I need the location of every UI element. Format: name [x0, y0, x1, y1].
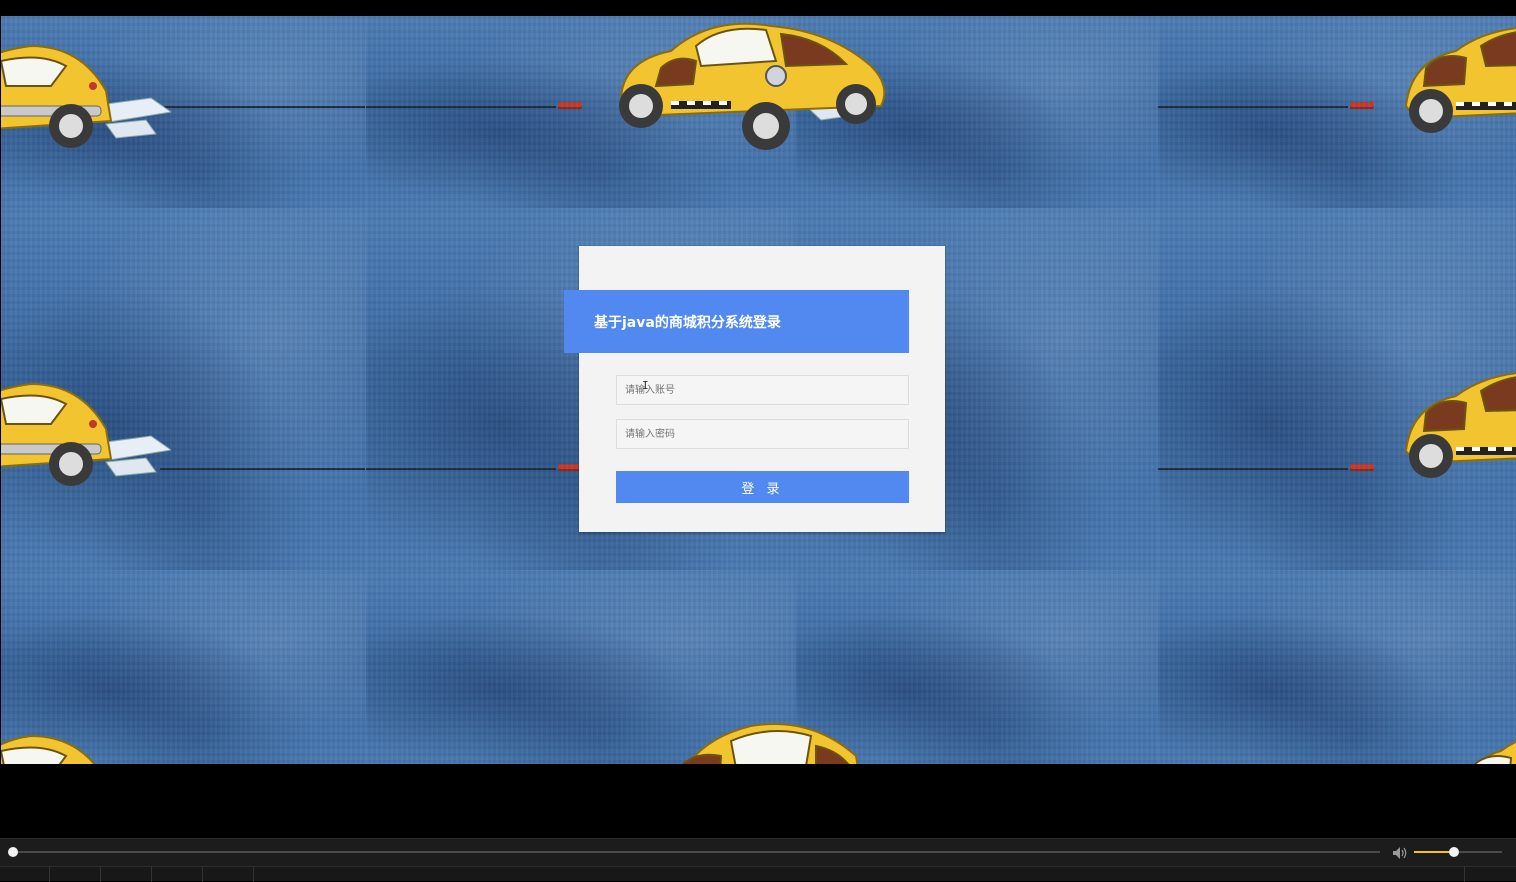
login-header: 基于java的商城积分系统登录 — [564, 290, 909, 353]
player-button-strip — [0, 866, 1516, 882]
volume-handle[interactable] — [1448, 847, 1459, 857]
text-cursor-icon: I — [642, 379, 649, 392]
login-title: 基于java的商城积分系统登录 — [594, 314, 781, 331]
password-input[interactable] — [616, 419, 909, 449]
login-button[interactable]: 登 录 — [616, 471, 909, 503]
taxi-car-image — [641, 696, 931, 764]
account-input[interactable] — [616, 375, 909, 405]
taxi-car-image — [1, 706, 171, 764]
seek-bar[interactable] — [12, 851, 1380, 853]
taxi-car-image — [601, 16, 891, 156]
taxi-car-image — [1, 354, 171, 504]
volume-level-fill — [1414, 851, 1454, 853]
player-controls — [0, 838, 1516, 882]
video-player: 基于java的商城积分系统登录 登 录 I — [0, 0, 1516, 882]
taxi-car-image — [1441, 706, 1516, 764]
speaker-icon[interactable] — [1392, 845, 1408, 859]
volume-slider[interactable] — [1414, 847, 1502, 857]
taxi-car-image — [1396, 351, 1516, 501]
taxi-car-image — [1, 16, 171, 166]
seek-handle[interactable] — [8, 847, 18, 857]
taxi-car-image — [1396, 16, 1516, 156]
